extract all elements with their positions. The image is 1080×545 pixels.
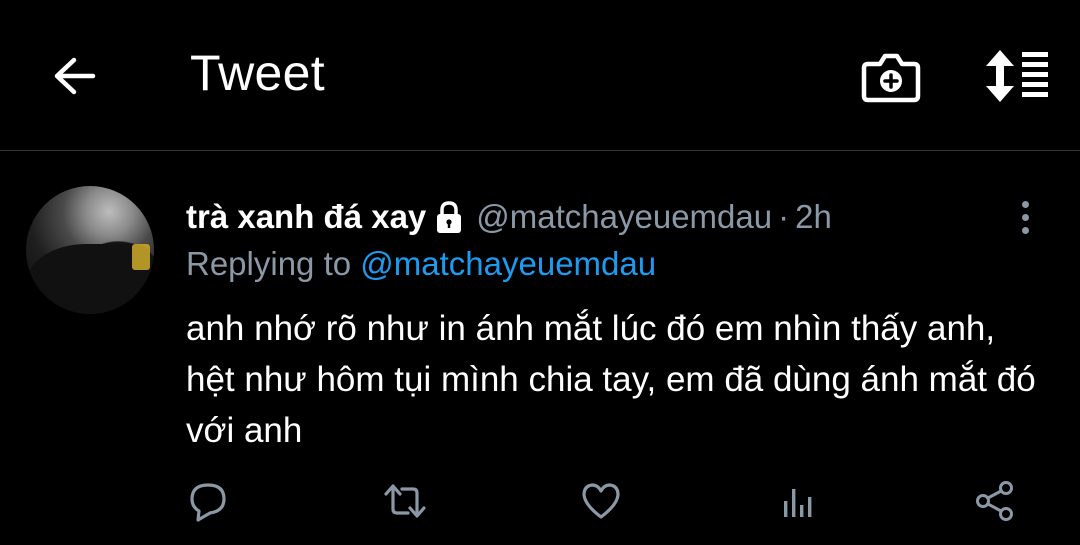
avatar[interactable]: [26, 186, 154, 314]
more-options-button[interactable]: [1010, 195, 1040, 239]
replying-handle-link[interactable]: @matchayeuemdau: [360, 245, 656, 282]
replying-to: Replying to @matchayeuemdau: [186, 245, 656, 283]
like-icon: [582, 483, 620, 519]
tweet-text: anh nhớ rõ như in ánh mắt lúc đó em nhìn…: [186, 309, 1036, 450]
retweet-icon: [384, 484, 426, 518]
display-name[interactable]: trà xanh đá xay: [186, 198, 426, 236]
back-button[interactable]: [48, 50, 100, 102]
retweet-button[interactable]: [380, 476, 430, 526]
sort-icon: [986, 50, 1048, 102]
sort-button[interactable]: [982, 48, 1052, 104]
separator-dot: ·: [778, 198, 790, 235]
share-icon: [976, 481, 1013, 521]
page-title: Tweet: [190, 45, 325, 101]
reply-icon: [190, 483, 226, 522]
avatar-background-detail: [132, 244, 150, 270]
camera-button[interactable]: [860, 48, 922, 106]
arrow-left-icon: [54, 57, 96, 95]
analytics-icon: [784, 489, 812, 517]
replying-prefix: Replying to: [186, 245, 352, 282]
more-dot-icon: [1021, 213, 1029, 221]
analytics-button[interactable]: [772, 476, 822, 526]
lock-icon: [437, 201, 462, 233]
tweet-actions: [0, 476, 1080, 526]
reply-button[interactable]: [183, 476, 233, 526]
like-button[interactable]: [576, 476, 626, 526]
more-dot-icon: [1021, 226, 1029, 234]
more-dot-icon: [1021, 200, 1029, 208]
tweet-author-row: trà xanh đá xay @matchayeuemdau · 2h: [186, 197, 832, 237]
tweet[interactable]: trà xanh đá xay @matchayeuemdau · 2h Rep…: [0, 151, 1080, 545]
author-handle[interactable]: @matchayeuemdau: [476, 198, 772, 236]
camera-plus-icon: [861, 53, 921, 103]
share-button[interactable]: [970, 476, 1020, 526]
top-app-bar: Tweet: [0, 0, 1080, 151]
tweet-time[interactable]: 2h: [795, 198, 832, 236]
